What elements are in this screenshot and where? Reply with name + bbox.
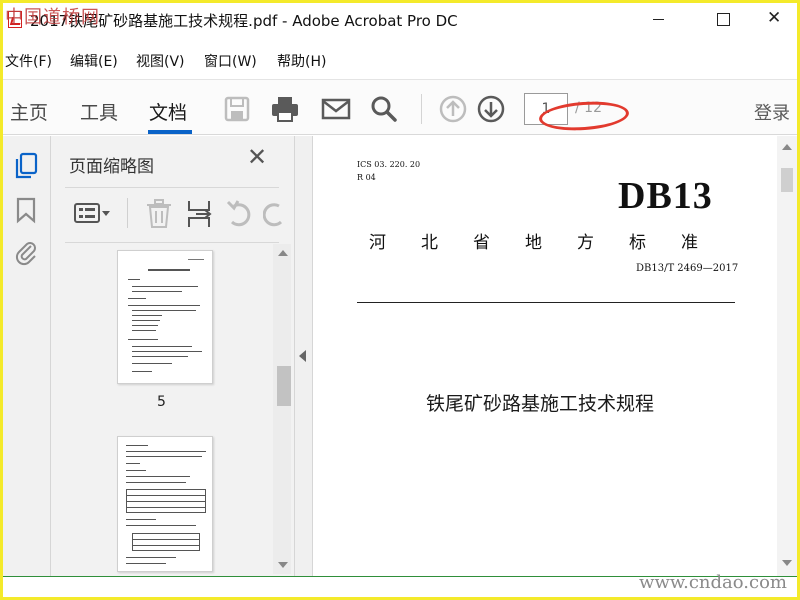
scroll-down-icon[interactable]	[782, 560, 792, 566]
menu-help[interactable]: 帮助(H)	[277, 51, 326, 71]
close-window-button[interactable]: ✕	[753, 3, 797, 35]
toolbar-divider	[127, 198, 128, 228]
next-page-icon[interactable]	[476, 94, 506, 124]
site-url-watermark: www.cndao.com	[639, 572, 787, 593]
undo-icon[interactable]	[224, 196, 258, 232]
save-icon[interactable]	[222, 94, 252, 124]
menu-window[interactable]: 窗口(W)	[204, 51, 257, 71]
toolbar-divider	[421, 94, 422, 124]
horizontal-rule	[357, 302, 735, 303]
prev-page-icon[interactable]	[438, 94, 468, 124]
panel-title: 页面缩略图	[69, 157, 154, 177]
tab-home[interactable]: 主页	[10, 98, 48, 125]
scrollbar-thumb[interactable]	[277, 366, 291, 406]
menu-bar: 文件(F) 编辑(E) 视图(V) 窗口(W) 帮助(H)	[3, 51, 797, 73]
bookmark-icon[interactable]	[13, 196, 39, 224]
print-icon[interactable]	[270, 94, 300, 124]
standard-number: DB13/T 2469—2017	[636, 263, 739, 274]
divider	[65, 187, 279, 188]
collapse-panel-icon[interactable]	[299, 350, 306, 362]
ics-code: ICS 03. 220. 20	[357, 160, 421, 169]
active-tab-indicator	[148, 130, 192, 134]
minimize-button[interactable]	[635, 3, 681, 35]
panel-splitter[interactable]	[295, 136, 313, 576]
search-icon[interactable]	[369, 94, 399, 124]
panel-close-button[interactable]: ✕	[247, 143, 269, 171]
scroll-down-icon[interactable]	[278, 562, 288, 568]
menu-edit[interactable]: 编辑(E)	[70, 51, 118, 71]
tab-tools[interactable]: 工具	[80, 98, 118, 125]
maximize-button[interactable]	[699, 3, 745, 35]
redo-icon[interactable]	[263, 196, 283, 232]
page-thumbnails-icon[interactable]	[13, 152, 39, 180]
tab-document[interactable]: 文档	[149, 98, 187, 125]
site-watermark: 中国道桥网	[5, 7, 100, 28]
close-icon: ✕	[247, 143, 268, 171]
scroll-up-icon[interactable]	[278, 250, 288, 256]
divider	[65, 242, 279, 243]
options-icon[interactable]	[73, 196, 110, 232]
attachment-icon[interactable]	[13, 238, 39, 266]
title-bar: 2017铁尾矿砂路基施工技术规程.pdf - Adobe Acrobat Pro…	[3, 3, 797, 35]
standard-prefix: DB13	[618, 175, 713, 217]
close-icon: ✕	[767, 8, 782, 28]
document-scrollbar[interactable]	[777, 136, 797, 576]
mail-icon[interactable]	[321, 94, 351, 124]
navigation-rail	[3, 136, 51, 576]
scroll-up-icon[interactable]	[782, 144, 792, 150]
page-thumbnails-panel: 页面缩略图 ✕ 5	[51, 136, 295, 576]
menu-file[interactable]: 文件(F)	[5, 51, 52, 71]
thumbnail-page-number: 5	[157, 394, 166, 410]
main-toolbar: 主页 工具 文档 1 / 12 登录	[3, 79, 797, 135]
scrollbar-thumb[interactable]	[781, 168, 793, 192]
page-thumbnail[interactable]	[117, 250, 213, 384]
sign-in-link[interactable]: 登录	[754, 99, 790, 125]
menu-view[interactable]: 视图(V)	[136, 51, 185, 71]
acrobat-window: 中国道桥网 www.cndao.com 2017铁尾矿砂路基施工技术规程.pdf…	[3, 3, 797, 597]
document-title: 铁尾矿砂路基施工技术规程	[426, 393, 655, 415]
document-page: ICS 03. 220. 20 R 04 DB13 河北省地方标准 DB13/T…	[313, 136, 777, 576]
insert-icon[interactable]	[184, 196, 218, 232]
delete-icon[interactable]	[144, 196, 178, 232]
thumbnails-scrollbar[interactable]	[273, 244, 291, 574]
province-standard-label: 河北省地方标准	[369, 233, 733, 253]
page-thumbnail[interactable]	[117, 436, 213, 572]
r-code: R 04	[357, 173, 376, 182]
